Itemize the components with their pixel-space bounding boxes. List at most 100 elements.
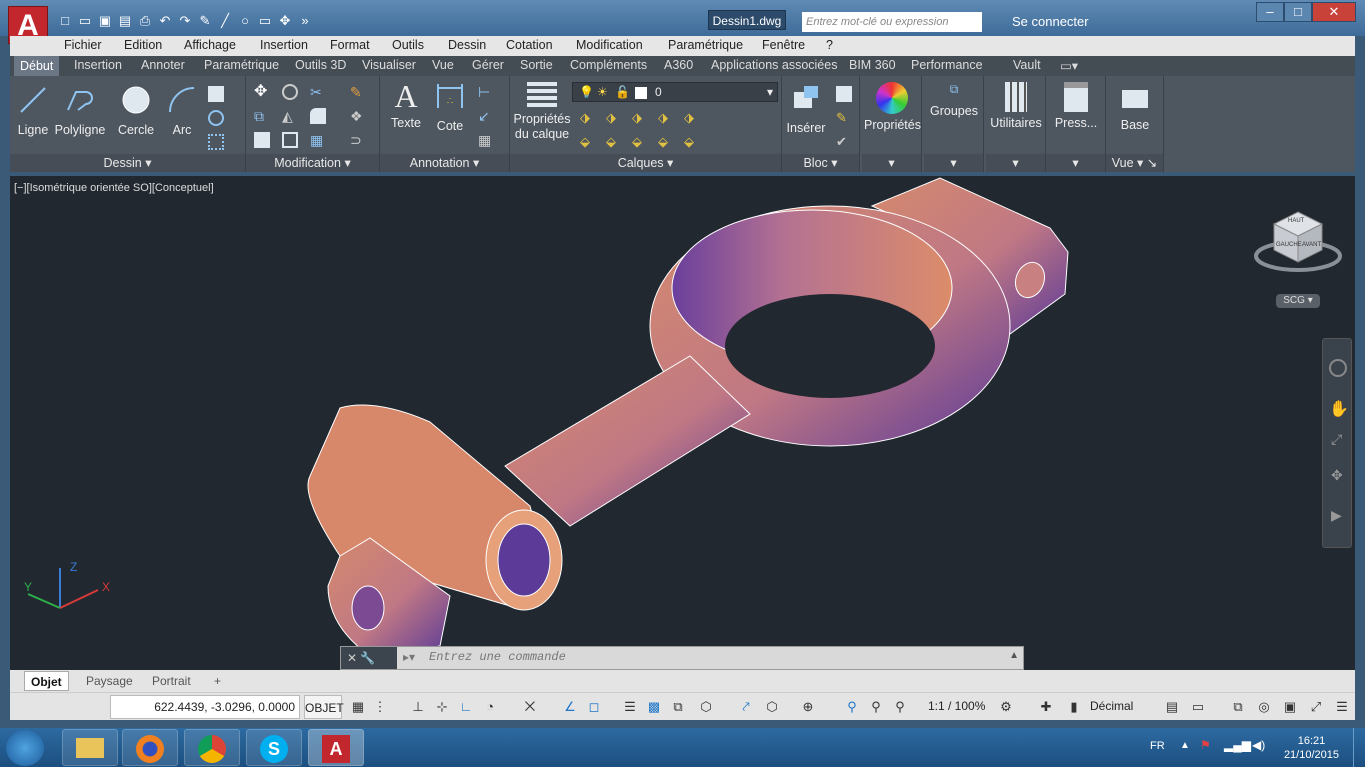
explorer-taskbar-icon[interactable] xyxy=(62,729,118,766)
dynamic-ucs-icon[interactable]: ⤤ xyxy=(738,699,754,715)
settings-cmd-icon[interactable]: 🔧 xyxy=(360,651,375,665)
stretch-icon[interactable] xyxy=(254,132,270,148)
move-icon[interactable]: ✥ xyxy=(254,84,270,100)
annotation-monitor-icon[interactable]: ✚ xyxy=(1038,699,1054,715)
language-indicator[interactable]: FR xyxy=(1150,740,1165,752)
network-icon[interactable]: ▂▄▆ xyxy=(1224,738,1251,752)
volume-icon[interactable]: ◀) xyxy=(1252,738,1265,752)
menu-fichier[interactable]: Fichier xyxy=(64,38,102,52)
gizmo-icon[interactable]: ⊕ xyxy=(800,699,816,715)
command-history-arrow-icon[interactable]: ▲ xyxy=(1009,650,1019,661)
system-clock[interactable]: 16:21 21/10/2015 xyxy=(1284,734,1339,762)
osnap-icon[interactable]: ◻ xyxy=(586,699,602,715)
menu-affichage[interactable]: Affichage xyxy=(184,38,236,52)
transparency-icon[interactable]: ▩ xyxy=(646,699,662,715)
dessin-panel-label[interactable]: Dessin ▾ xyxy=(10,154,245,172)
annotation-visibility-icon[interactable]: ⚲ xyxy=(844,699,860,715)
more-icon[interactable]: » xyxy=(296,12,314,30)
annotation-scale-icon[interactable]: ⚲ xyxy=(892,699,908,715)
autocad-taskbar-icon[interactable]: A xyxy=(308,729,364,766)
action-center-icon[interactable]: ⚑ xyxy=(1200,738,1211,752)
add-layout-button[interactable]: + xyxy=(208,671,227,691)
ribbon-tab-sortie[interactable]: Sortie xyxy=(520,58,553,72)
layer-tool-1-icon[interactable]: ⬗ xyxy=(580,110,596,126)
command-input[interactable]: Entrez une commande xyxy=(429,650,566,664)
wcs-menu[interactable]: SCG ▾ xyxy=(1276,294,1320,308)
ribbon-tab-performance[interactable]: Performance xyxy=(911,58,983,72)
dynamic-input-icon[interactable]: ⊹ xyxy=(434,699,450,715)
quick-properties-icon[interactable]: ▤ xyxy=(1164,699,1180,715)
scale-icon[interactable] xyxy=(282,132,298,148)
mirror-icon[interactable]: ◭ xyxy=(282,108,298,124)
linear-dim-icon[interactable]: ⊢ xyxy=(478,84,494,100)
utilities-tool[interactable]: Utilitaires xyxy=(988,82,1044,130)
menu-fenêtre[interactable]: Fenêtre xyxy=(762,38,805,52)
layer-dropdown[interactable]: 💡 ☀ 🔓 0 ▾ xyxy=(572,82,778,102)
rectangle-icon[interactable] xyxy=(208,86,224,102)
menu-format[interactable]: Format xyxy=(330,38,370,52)
show-hidden-icons-icon[interactable]: ▲ xyxy=(1180,740,1190,751)
edit-block-icon[interactable]: ✎ xyxy=(836,110,852,126)
presse-panel-expand[interactable]: ▾ xyxy=(1046,154,1105,172)
clean-screen-icon[interactable]: ▣ xyxy=(1282,699,1298,715)
menu-insertion[interactable]: Insertion xyxy=(260,38,308,52)
leader-icon[interactable]: ↙ xyxy=(478,108,494,124)
redo-icon[interactable]: ↷ xyxy=(176,12,194,30)
menu-outils[interactable]: Outils xyxy=(392,38,424,52)
units-value[interactable]: Décimal xyxy=(1090,699,1133,713)
undo-icon[interactable]: ↶ xyxy=(156,12,174,30)
dimension-tool[interactable]: ∴ Cote xyxy=(432,80,468,133)
bloc-panel-label[interactable]: Bloc ▾ xyxy=(782,154,859,172)
layer-tool-6-icon[interactable]: ⬙ xyxy=(580,134,596,150)
utilitaires-panel-expand[interactable]: ▾ xyxy=(986,154,1045,172)
rectangle-icon[interactable]: ▭ xyxy=(256,12,274,30)
base-view-tool[interactable]: Base xyxy=(1108,86,1162,132)
create-block-icon[interactable] xyxy=(836,86,852,102)
signin-button[interactable]: Se connecter xyxy=(1012,12,1089,32)
start-button[interactable] xyxy=(6,730,44,766)
menu-cotation[interactable]: Cotation xyxy=(506,38,553,52)
osnap-track-icon[interactable]: ∠ xyxy=(562,699,578,715)
menu--[interactable]: ? xyxy=(826,38,833,52)
move-icon[interactable]: ✥ xyxy=(276,12,294,30)
layer-tool-7-icon[interactable]: ⬙ xyxy=(606,134,622,150)
layer-tool-10-icon[interactable]: ⬙ xyxy=(684,134,700,150)
ribbon-tab-compléments[interactable]: Compléments xyxy=(570,58,647,72)
arc-tool[interactable]: Arc xyxy=(164,84,200,137)
layer-properties-tool[interactable]: Propriétés du calque xyxy=(512,82,572,142)
ribbon-tab-applications-associées[interactable]: Applications associées xyxy=(711,58,837,72)
insert-tool[interactable]: Insérer xyxy=(784,82,828,135)
modification-panel-label[interactable]: Modification ▾ xyxy=(246,154,379,172)
isodraft-icon[interactable]: ⨉ xyxy=(522,699,538,715)
search-input[interactable]: Entrez mot-clé ou expression xyxy=(802,12,982,32)
filter-icon[interactable]: ⬡ xyxy=(764,699,780,715)
array-icon[interactable]: ▦ xyxy=(310,132,326,148)
offset-icon[interactable]: ⊃ xyxy=(350,132,366,148)
layer-tool-5-icon[interactable]: ⬗ xyxy=(684,110,700,126)
table-icon[interactable]: ▦ xyxy=(478,132,494,148)
match-icon[interactable]: ✎ xyxy=(196,12,214,30)
selection-cycling-icon[interactable]: ⧉ xyxy=(670,699,686,715)
lock-ui-icon[interactable]: ▭ xyxy=(1190,699,1206,715)
coordinates-display[interactable]: 622.4439, -3.0296, 0.0000 xyxy=(110,695,300,719)
layer-tool-9-icon[interactable]: ⬙ xyxy=(658,134,674,150)
steering-wheel-icon[interactable] xyxy=(1329,359,1347,377)
line-icon[interactable]: ╱ xyxy=(216,12,234,30)
annotation-panel-label[interactable]: Annotation ▾ xyxy=(380,154,509,172)
workspace-gear-icon[interactable]: ⚙ xyxy=(998,699,1014,715)
groupes-panel-expand[interactable]: ▾ xyxy=(924,154,983,172)
ribbon-tab-bim-360[interactable]: BIM 360 xyxy=(849,58,896,72)
copy-icon[interactable]: ⧉ xyxy=(254,108,270,124)
ortho-icon[interactable]: ∟ xyxy=(458,699,474,715)
lineweight-icon[interactable]: ☰ xyxy=(622,699,638,715)
trim-icon[interactable]: ✂ xyxy=(310,84,326,100)
menu-paramétrique[interactable]: Paramétrique xyxy=(668,38,743,52)
ribbon-tab-vue[interactable]: Vue xyxy=(432,58,454,72)
maximize-button[interactable]: □ xyxy=(1284,2,1312,22)
ribbon-tab-vault[interactable]: Vault xyxy=(1013,58,1041,72)
zoom-icon[interactable]: ⤢ xyxy=(1331,431,1342,448)
pan-icon[interactable]: ✋ xyxy=(1329,399,1349,419)
auto-scale-icon[interactable]: ⚲ xyxy=(868,699,884,715)
ribbon-display-toggle-icon[interactable]: ▭▾ xyxy=(1060,58,1078,73)
menu-modification[interactable]: Modification xyxy=(576,38,643,52)
